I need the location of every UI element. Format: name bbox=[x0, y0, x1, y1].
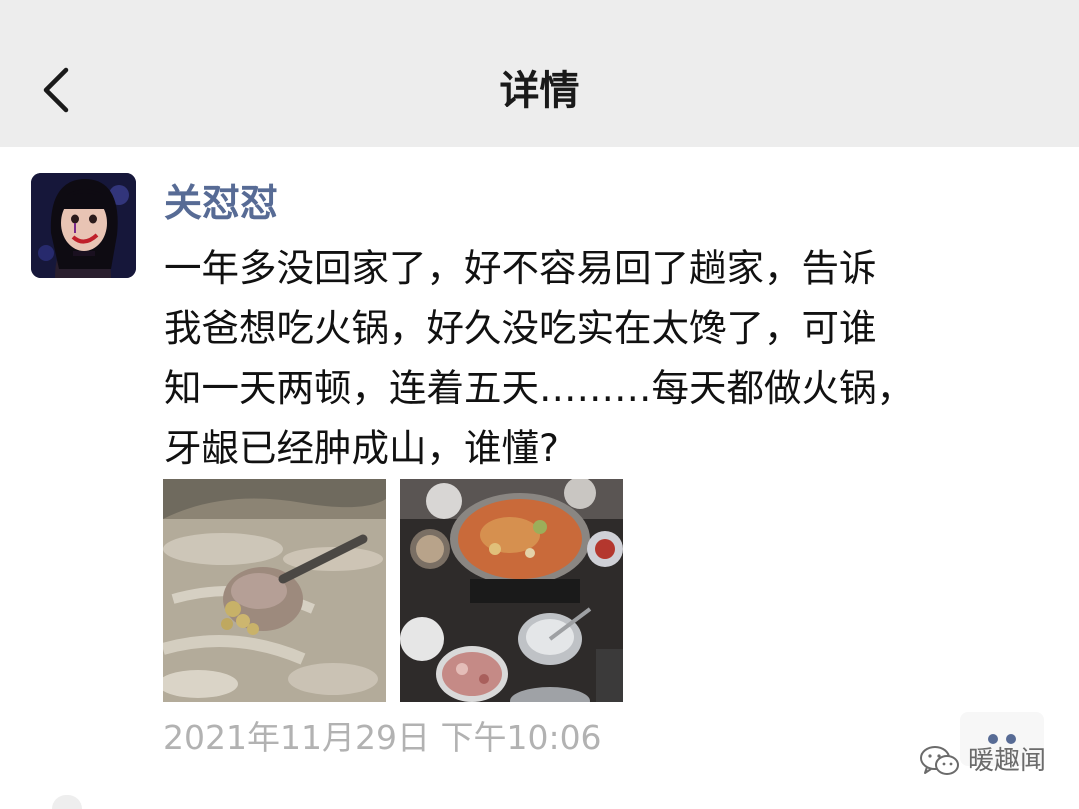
avatar-image bbox=[31, 173, 136, 278]
post-text: 一年多没回家了，好不容易回了趟家，告诉 我爸想吃火锅，好久没吃实在太馋了，可谁 … bbox=[164, 246, 914, 470]
author-name[interactable]: 关怼怼 bbox=[164, 178, 278, 228]
hotpot-closeup-photo bbox=[163, 479, 386, 702]
post-image-hotpot-closeup[interactable] bbox=[163, 479, 386, 702]
page-title: 详情 bbox=[499, 68, 580, 114]
scroll-hint bbox=[52, 795, 82, 809]
watermark-text: 暖趣闻 bbox=[968, 746, 1047, 776]
wechat-logo-icon bbox=[920, 746, 959, 775]
post-image-hotpot-table[interactable] bbox=[400, 479, 623, 702]
navigation-bar: 详情 bbox=[0, 0, 1079, 147]
watermark: 暖趣闻 bbox=[918, 742, 1058, 782]
hotpot-table-photo bbox=[400, 479, 623, 702]
avatar[interactable] bbox=[31, 173, 136, 278]
post-timestamp: 2021年11月29日 下午10:06 bbox=[163, 718, 602, 757]
